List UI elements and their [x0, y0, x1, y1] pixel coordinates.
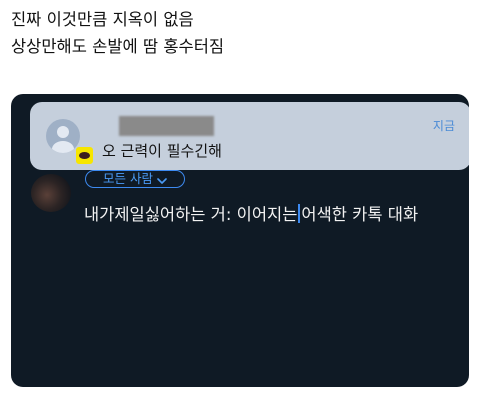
phone-screenshot: 지금 오 근력이 필수긴해 모든 사람 내가제일싫어하는 거: 이어지는 어색한 … — [11, 94, 469, 387]
audience-selector-button[interactable]: 모든 사람 — [85, 170, 185, 188]
tweet-compose-field[interactable]: 내가제일싫어하는 거: 이어지는 어색한 카톡 대화 — [84, 202, 454, 228]
user-avatar[interactable] — [31, 174, 71, 212]
notification-time: 지금 — [432, 119, 455, 133]
chevron-down-icon — [157, 170, 167, 189]
post-caption: 진짜 이것만큼 지옥이 없음 상상만해도 손발에 땀 홍수터짐 — [11, 6, 224, 60]
text-before-cursor: 내가제일싫어하는 거: 이어지는 — [84, 205, 298, 224]
kakaotalk-icon — [75, 146, 94, 165]
text-after-cursor: 어색한 카톡 대화 — [301, 205, 419, 224]
audience-label: 모든 사람 — [103, 170, 153, 186]
caption-line-2: 상상만해도 손발에 땀 홍수터짐 — [11, 37, 225, 56]
sender-name-redacted — [119, 116, 214, 136]
caption-line-1: 진짜 이것만큼 지옥이 없음 — [11, 10, 194, 29]
push-notification[interactable]: 지금 오 근력이 필수긴해 — [30, 102, 469, 170]
notification-message: 오 근력이 필수긴해 — [102, 142, 222, 160]
